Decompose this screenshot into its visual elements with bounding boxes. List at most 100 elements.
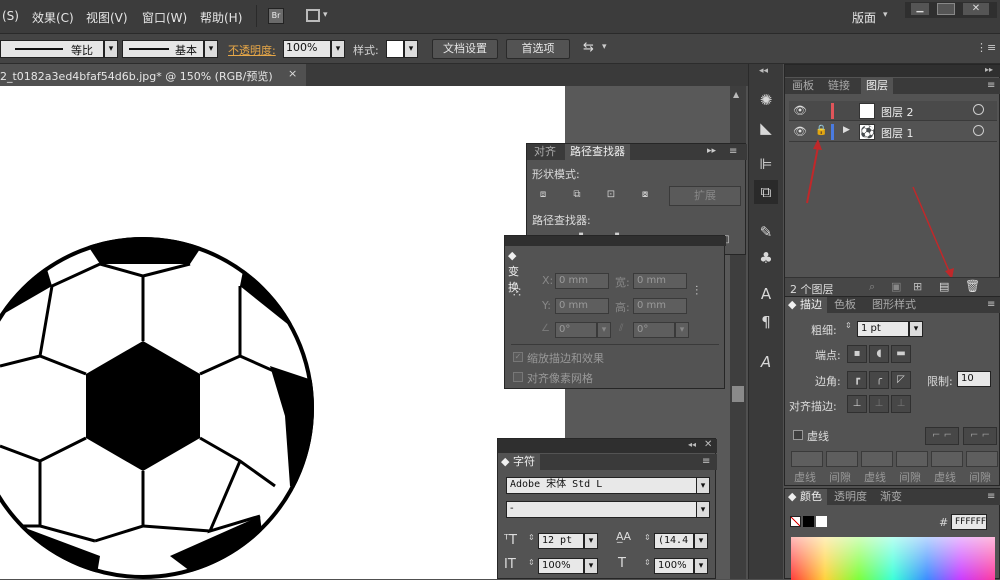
soccer-ball-image[interactable]	[0, 86, 565, 579]
document-setup-button[interactable]: 文档设置	[432, 39, 498, 59]
target-icon[interactable]	[973, 104, 984, 115]
dash-preserve-button[interactable]: ⌐ ⌐	[925, 427, 959, 445]
butt-cap-button[interactable]: ▪	[847, 345, 867, 363]
menu-select[interactable]: (S)	[2, 9, 19, 23]
tab-color[interactable]: ◆ 颜色	[785, 489, 827, 505]
chevron-down-icon[interactable]: ▾	[204, 40, 218, 58]
new-layer-icon[interactable]: ▤	[939, 280, 949, 293]
close-icon[interactable]: ✕	[963, 3, 989, 15]
horizontal-scale-input[interactable]: 100%	[654, 558, 694, 574]
tab-layers[interactable]: 图层	[861, 78, 893, 94]
dashed-line-checkbox[interactable]	[793, 430, 803, 440]
width-input[interactable]: 0 mm	[633, 273, 687, 289]
character-icon[interactable]: A	[754, 282, 778, 306]
minimize-icon[interactable]: ▁	[911, 3, 929, 15]
align-icon[interactable]: ⊫	[754, 152, 778, 176]
chevron-down-icon[interactable]: ▾	[909, 321, 923, 337]
chevron-down-icon[interactable]: ▾	[404, 40, 418, 58]
panel-menu-icon[interactable]: ≡	[987, 80, 995, 91]
align-stroke-outside-button[interactable]: ⊥	[891, 395, 911, 413]
symbols-icon[interactable]: ♣	[754, 246, 778, 270]
maximize-icon[interactable]	[937, 3, 955, 15]
chevron-down-icon[interactable]: ▾	[883, 10, 888, 20]
round-join-button[interactable]: ╭	[869, 371, 889, 389]
brush-definition[interactable]: 基本	[122, 40, 204, 58]
menu-window[interactable]: 窗口(W)	[142, 9, 187, 26]
collapse-icon[interactable]: ▸▸	[707, 146, 716, 156]
chevron-down-icon[interactable]: ▾	[584, 558, 598, 574]
scale-strokes-checkbox[interactable]: ✓	[513, 352, 523, 362]
new-sublayer-icon[interactable]: ⊞	[913, 280, 922, 293]
y-input[interactable]: 0 mm	[555, 298, 609, 314]
font-style-select[interactable]: -	[506, 501, 702, 518]
gap-input-1[interactable]	[826, 451, 858, 467]
tab-transparency[interactable]: 透明度	[829, 489, 872, 505]
projecting-cap-button[interactable]: ▬	[891, 345, 911, 363]
gradient-icon[interactable]: ◣	[754, 116, 778, 140]
stepper-icon[interactable]: ⇕	[644, 533, 651, 542]
menu-effect[interactable]: 效果(C)	[32, 9, 74, 26]
font-family-select[interactable]: Adobe 宋体 Std L	[506, 477, 702, 494]
layer-name[interactable]: 图层 2	[881, 104, 914, 120]
scrollbar-thumb[interactable]	[732, 386, 744, 402]
black-swatch[interactable]	[803, 516, 814, 527]
eye-icon[interactable]: 👁	[793, 104, 807, 117]
color-guide-icon[interactable]: ✺	[754, 88, 778, 112]
delete-icon[interactable]: 🗑	[965, 279, 980, 293]
align-pixel-grid-checkbox[interactable]	[513, 372, 523, 382]
chevron-down-icon[interactable]: ▾	[694, 558, 708, 574]
stepper-icon[interactable]: ⇕	[528, 558, 535, 567]
color-spectrum[interactable]	[791, 537, 995, 580]
variable-width-profile[interactable]: 等比	[0, 40, 104, 58]
close-icon[interactable]: ×	[288, 67, 297, 80]
opentype-icon[interactable]: A	[754, 350, 778, 374]
link-proportions-icon[interactable]: ⫶	[695, 284, 698, 299]
stepper-icon[interactable]: ⇕	[528, 533, 535, 542]
chevron-down-icon[interactable]: ▾	[602, 42, 607, 52]
chevron-down-icon[interactable]: ▾	[331, 40, 345, 58]
exclude-icon[interactable]: ⧇	[635, 187, 655, 205]
tab-artboards[interactable]: 画板	[787, 78, 819, 94]
tab-swatches[interactable]: 色板	[829, 297, 861, 313]
minus-front-icon[interactable]: ⧉	[567, 187, 587, 205]
control-bar-menu-icon[interactable]: ⋮≡	[976, 41, 996, 54]
tab-stroke[interactable]: ◆ 描边	[785, 297, 827, 313]
dash-input-2[interactable]	[861, 451, 893, 467]
chevron-down-icon[interactable]: ▾	[675, 322, 689, 338]
tab-gradient[interactable]: 渐变	[875, 489, 907, 505]
chevron-down-icon[interactable]: ▾	[696, 501, 710, 518]
menu-view[interactable]: 视图(V)	[86, 9, 128, 26]
opacity-input[interactable]: 100%	[283, 40, 331, 58]
x-input[interactable]: 0 mm	[555, 273, 609, 289]
rotate-input[interactable]: 0°	[555, 322, 597, 338]
expand-button[interactable]: 扩展	[669, 186, 741, 206]
height-input[interactable]: 0 mm	[633, 298, 687, 314]
tab-transform[interactable]: ◆ 变换	[505, 248, 527, 294]
arrange-icon[interactable]: ⇆	[583, 40, 594, 55]
hex-input[interactable]: FFFFFF	[951, 514, 987, 530]
paragraph-icon[interactable]: ¶	[754, 310, 778, 334]
white-swatch[interactable]	[816, 516, 827, 527]
dash-input-1[interactable]	[791, 451, 823, 467]
panel-menu-icon[interactable]: ≡	[729, 146, 737, 157]
stepper-icon[interactable]: ⇕	[845, 321, 852, 330]
tab-pathfinder[interactable]: 路径查找器	[565, 144, 630, 160]
layer-row[interactable]: 👁 图层 2	[789, 101, 997, 121]
shear-input[interactable]: 0°	[633, 322, 675, 338]
brushes-icon[interactable]: ✎	[754, 220, 778, 244]
gap-input-3[interactable]	[966, 451, 998, 467]
locate-object-icon[interactable]: ⌕	[869, 280, 875, 294]
gap-input-2[interactable]	[896, 451, 928, 467]
chevron-down-icon[interactable]: ▾	[323, 10, 328, 20]
pathfinder-icon[interactable]: ⧉	[754, 180, 778, 204]
round-cap-button[interactable]: ◖	[869, 345, 889, 363]
tab-character[interactable]: ◆ 字符	[498, 454, 540, 470]
bridge-icon[interactable]: Br	[268, 8, 284, 24]
chevron-down-icon[interactable]: ▾	[597, 322, 611, 338]
collapse-icon[interactable]: ◂◂	[688, 440, 696, 449]
chevron-down-icon[interactable]: ▾	[696, 477, 710, 494]
collapse-icon[interactable]: ▸▸	[985, 65, 993, 74]
document-tab[interactable]: 2_t0182a3ed4bfaf54d6b.jpg* @ 150% (RGB/预…	[0, 64, 306, 86]
menu-help[interactable]: 帮助(H)	[200, 9, 242, 26]
arrange-documents-icon[interactable]	[306, 9, 320, 22]
